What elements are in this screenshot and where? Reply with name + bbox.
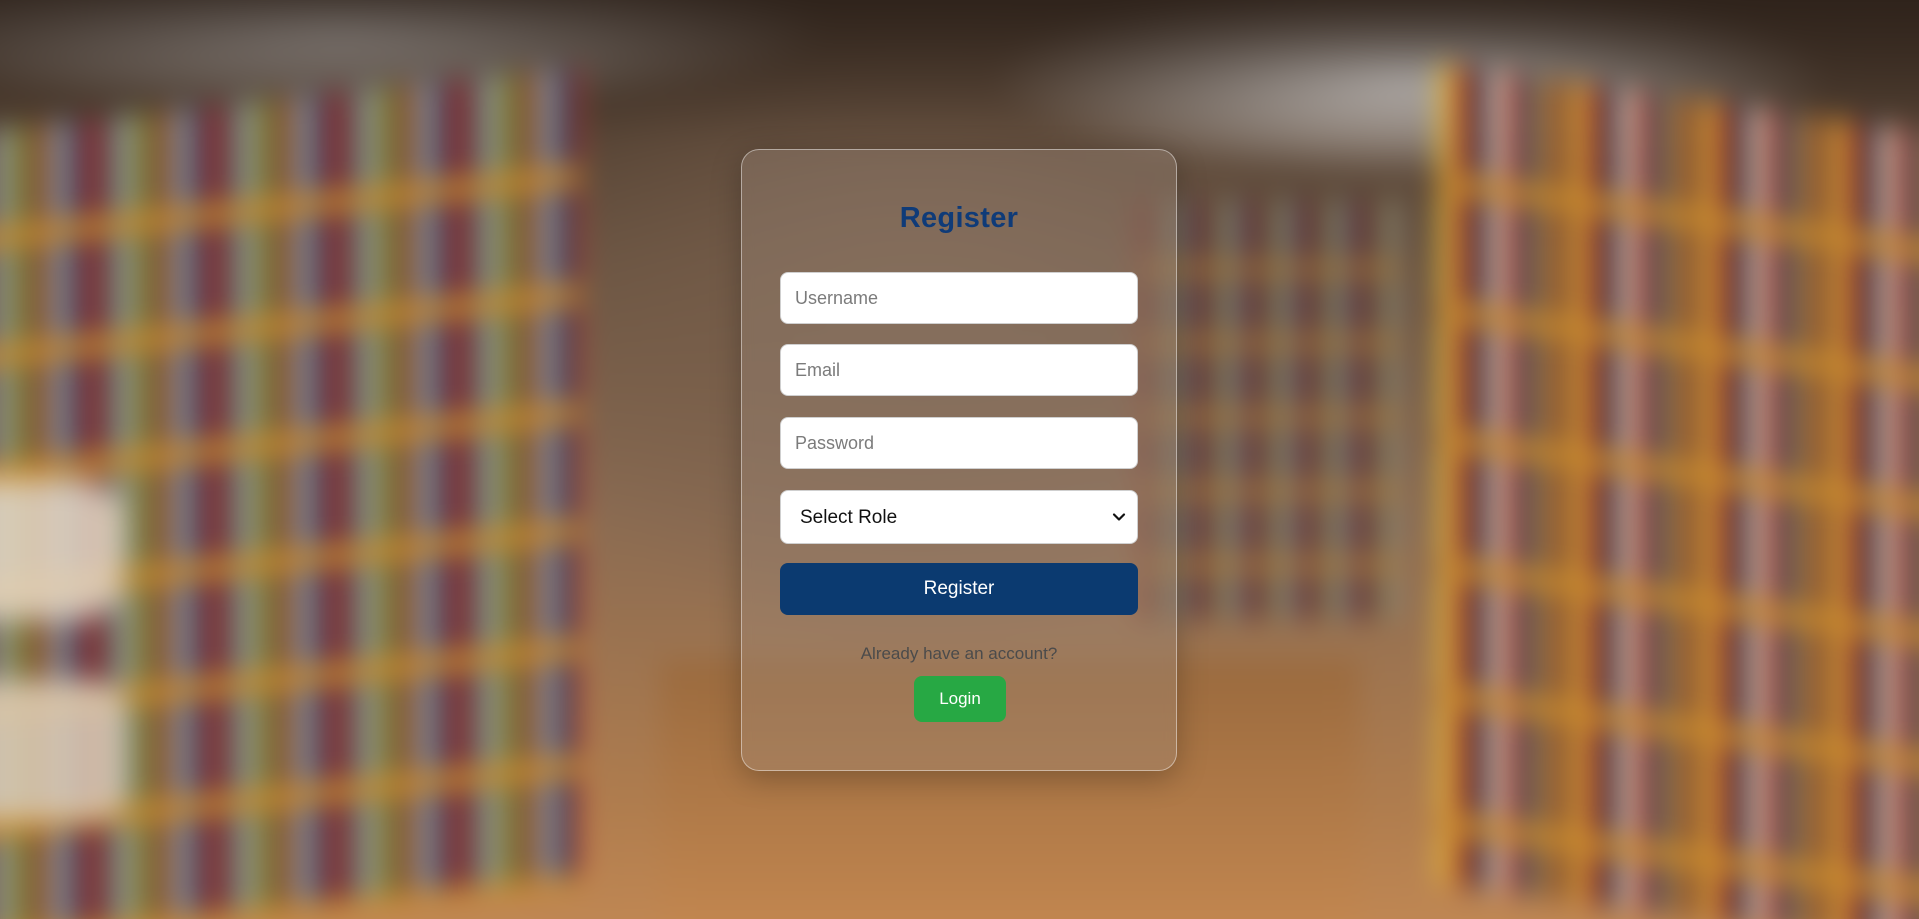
register-page: Register Select Role Register Already ha…: [0, 0, 1919, 919]
register-button[interactable]: Register: [780, 563, 1138, 615]
bookshelf-right: [1439, 63, 1919, 919]
role-select-value: Select Role: [800, 507, 898, 528]
shelf-end-panel: [0, 480, 120, 620]
account-prompt: Already have an account?: [860, 644, 1058, 663]
username-input[interactable]: [780, 272, 1138, 324]
role-select[interactable]: Select Role: [780, 490, 1138, 544]
chevron-down-icon: [1112, 513, 1126, 521]
shelf-end-panel: [0, 680, 130, 820]
register-card: Register Select Role Register Already ha…: [741, 149, 1177, 771]
password-input[interactable]: [780, 417, 1138, 469]
register-title: Register: [899, 202, 1019, 234]
bookshelf-middle: [1140, 200, 1400, 620]
email-input[interactable]: [780, 344, 1138, 396]
login-button[interactable]: Login: [914, 676, 1006, 722]
